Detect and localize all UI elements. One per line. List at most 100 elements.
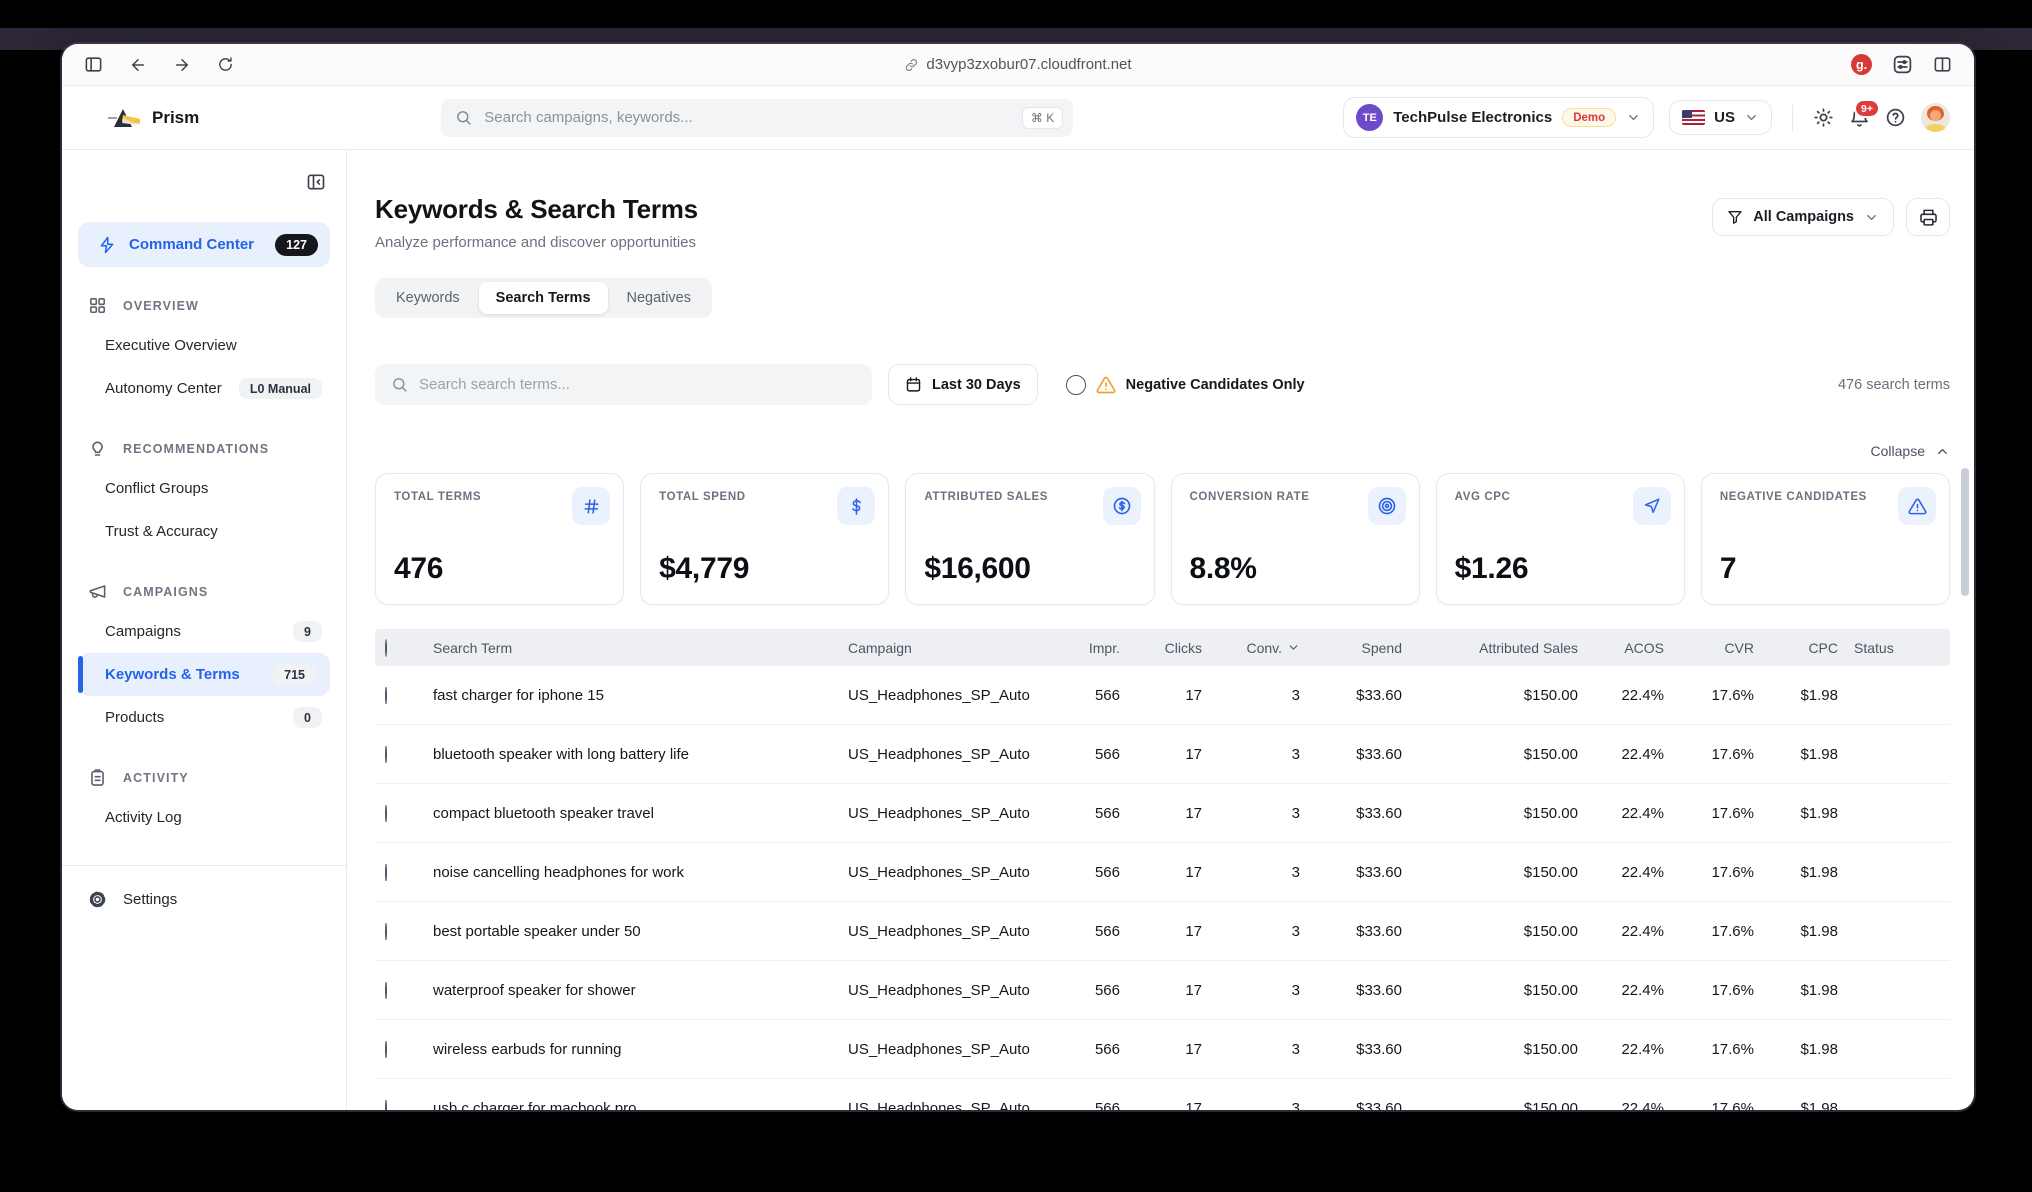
account-switcher[interactable]: TE TechPulse Electronics Demo xyxy=(1343,97,1654,138)
address-bar[interactable]: d3vyp3zxobur07.cloudfront.net xyxy=(904,56,1131,73)
sidebar-item-campaigns[interactable]: Campaigns 9 xyxy=(62,610,346,653)
link-icon xyxy=(904,58,918,72)
account-name: TechPulse Electronics xyxy=(1393,109,1552,126)
row-checkbox[interactable] xyxy=(385,805,387,822)
table-row[interactable]: wireless earbuds for running US_Headphon… xyxy=(375,1020,1950,1079)
warning-triangle-icon xyxy=(1096,375,1116,395)
table-row[interactable]: best portable speaker under 50 US_Headph… xyxy=(375,902,1950,961)
forward-icon[interactable] xyxy=(173,56,191,74)
table-row[interactable]: fast charger for iphone 15 US_Headphones… xyxy=(375,666,1950,725)
column-spend[interactable]: Spend xyxy=(1308,640,1410,656)
back-icon[interactable] xyxy=(129,56,147,74)
column-cvr[interactable]: CVR xyxy=(1672,640,1762,656)
row-checkbox[interactable] xyxy=(385,746,387,763)
theme-toggle-sun-icon[interactable] xyxy=(1813,107,1834,128)
tab-keywords[interactable]: Keywords xyxy=(379,282,477,314)
term-search-input[interactable] xyxy=(419,376,856,393)
help-icon[interactable] xyxy=(1885,107,1906,128)
split-view-icon[interactable] xyxy=(1933,55,1952,74)
page-title: Keywords & Search Terms xyxy=(375,194,698,225)
row-checkbox[interactable] xyxy=(385,1100,387,1111)
cell-search-term: waterproof speaker for shower xyxy=(425,982,840,999)
row-checkbox[interactable] xyxy=(385,687,387,704)
column-acos[interactable]: ACOS xyxy=(1586,640,1672,656)
cell-campaign: US_Headphones_SP_Auto xyxy=(840,1041,1040,1058)
table-row[interactable]: usb c charger for macbook pro US_Headpho… xyxy=(375,1079,1950,1110)
column-attributed-sales[interactable]: Attributed Sales xyxy=(1410,640,1586,656)
grid-icon xyxy=(88,296,107,315)
settings-label: Settings xyxy=(123,891,177,908)
cell-spend: $33.60 xyxy=(1308,687,1410,704)
extensions-icon[interactable] xyxy=(1892,54,1913,75)
notifications-bell-icon[interactable]: 9+ xyxy=(1849,107,1870,128)
sidebar-collapse-icon[interactable] xyxy=(306,172,326,198)
cell-acos: 22.4% xyxy=(1586,982,1672,999)
vertical-scrollbar[interactable] xyxy=(1961,468,1969,596)
table-row[interactable]: compact bluetooth speaker travel US_Head… xyxy=(375,784,1950,843)
date-range-button[interactable]: Last 30 Days xyxy=(888,364,1038,405)
reload-icon[interactable] xyxy=(217,56,234,73)
sidebar-item-command-center[interactable]: Command Center 127 xyxy=(78,222,330,267)
sidebar-item-products[interactable]: Products 0 xyxy=(62,696,346,739)
term-search[interactable] xyxy=(375,364,872,405)
cell-impressions: 566 xyxy=(1040,1041,1128,1058)
sort-chevron-down-icon xyxy=(1287,641,1300,654)
sidebar-item-executive-overview[interactable]: Executive Overview xyxy=(62,324,346,367)
sidebar-section-activity: ACTIVITY Activity Log xyxy=(62,768,346,839)
tab-search-terms[interactable]: Search Terms xyxy=(479,282,608,314)
cell-campaign: US_Headphones_SP_Auto xyxy=(840,982,1040,999)
column-status[interactable]: Status xyxy=(1846,640,1950,656)
column-conversions[interactable]: Conv. xyxy=(1210,640,1308,656)
row-checkbox[interactable] xyxy=(385,923,387,940)
app-header: Prism ⌘ K TE TechPulse Electronics Demo … xyxy=(62,86,1974,150)
column-search-term[interactable]: Search Term xyxy=(425,640,840,656)
column-impressions[interactable]: Impr. xyxy=(1040,640,1128,656)
column-campaign[interactable]: Campaign xyxy=(840,640,1040,656)
cell-campaign: US_Headphones_SP_Auto xyxy=(840,805,1040,822)
stat-card-attributed-sales: ATTRIBUTED SALES $16,600 xyxy=(905,473,1154,605)
table-row[interactable]: noise cancelling headphones for work US_… xyxy=(375,843,1950,902)
global-search-input[interactable] xyxy=(484,109,1010,126)
cell-cpc: $1.98 xyxy=(1762,687,1846,704)
cell-conversions: 3 xyxy=(1210,1100,1308,1111)
print-button[interactable] xyxy=(1906,198,1950,236)
view-tabs: Keywords Search Terms Negatives xyxy=(375,278,712,318)
collapse-stats-toggle[interactable]: Collapse xyxy=(375,443,1950,459)
sidebar-item-trust-accuracy[interactable]: Trust & Accuracy xyxy=(62,510,346,553)
cell-cvr: 17.6% xyxy=(1672,1100,1762,1111)
cursor-icon xyxy=(1633,487,1671,525)
row-checkbox[interactable] xyxy=(385,1041,387,1058)
cell-cpc: $1.98 xyxy=(1762,923,1846,940)
sidebar-item-settings[interactable]: Settings xyxy=(62,866,346,909)
megaphone-icon xyxy=(88,582,107,601)
cell-cvr: 17.6% xyxy=(1672,864,1762,881)
locale-selector[interactable]: US xyxy=(1669,100,1772,135)
extension-badge-icon[interactable]: g. xyxy=(1851,54,1872,75)
table-row[interactable]: bluetooth speaker with long battery life… xyxy=(375,725,1950,784)
tab-negatives[interactable]: Negatives xyxy=(610,282,708,314)
column-clicks[interactable]: Clicks xyxy=(1128,640,1210,656)
sidebar-item-activity-log[interactable]: Activity Log xyxy=(62,796,346,839)
select-all-checkbox[interactable] xyxy=(385,639,387,657)
gear-icon xyxy=(88,890,107,909)
sidebar-item-conflict-groups[interactable]: Conflict Groups xyxy=(62,467,346,510)
chevron-up-icon xyxy=(1935,444,1950,459)
row-checkbox[interactable] xyxy=(385,982,387,999)
negative-candidates-filter[interactable]: Negative Candidates Only xyxy=(1066,375,1305,395)
column-cpc[interactable]: CPC xyxy=(1762,640,1846,656)
user-avatar[interactable] xyxy=(1921,103,1950,132)
table-row[interactable]: waterproof speaker for shower US_Headpho… xyxy=(375,961,1950,1020)
row-checkbox[interactable] xyxy=(385,864,387,881)
sidebar-item-autonomy-center[interactable]: Autonomy Center L0 Manual xyxy=(62,367,346,410)
chevron-down-icon xyxy=(1744,110,1759,125)
campaign-filter-button[interactable]: All Campaigns xyxy=(1712,198,1894,236)
us-flag-icon xyxy=(1682,110,1705,125)
negative-candidates-checkbox[interactable] xyxy=(1066,375,1086,395)
global-search[interactable]: ⌘ K xyxy=(441,99,1073,137)
sidebar-item-keywords-terms[interactable]: Keywords & Terms 715 xyxy=(78,653,330,696)
cell-impressions: 566 xyxy=(1040,864,1128,881)
cell-attributed-sales: $150.00 xyxy=(1410,687,1586,704)
sidebar-section-recommendations: RECOMMENDATIONS Conflict Groups Trust & … xyxy=(62,439,346,553)
cell-spend: $33.60 xyxy=(1308,1041,1410,1058)
sidebar-toggle-icon[interactable] xyxy=(84,55,103,74)
